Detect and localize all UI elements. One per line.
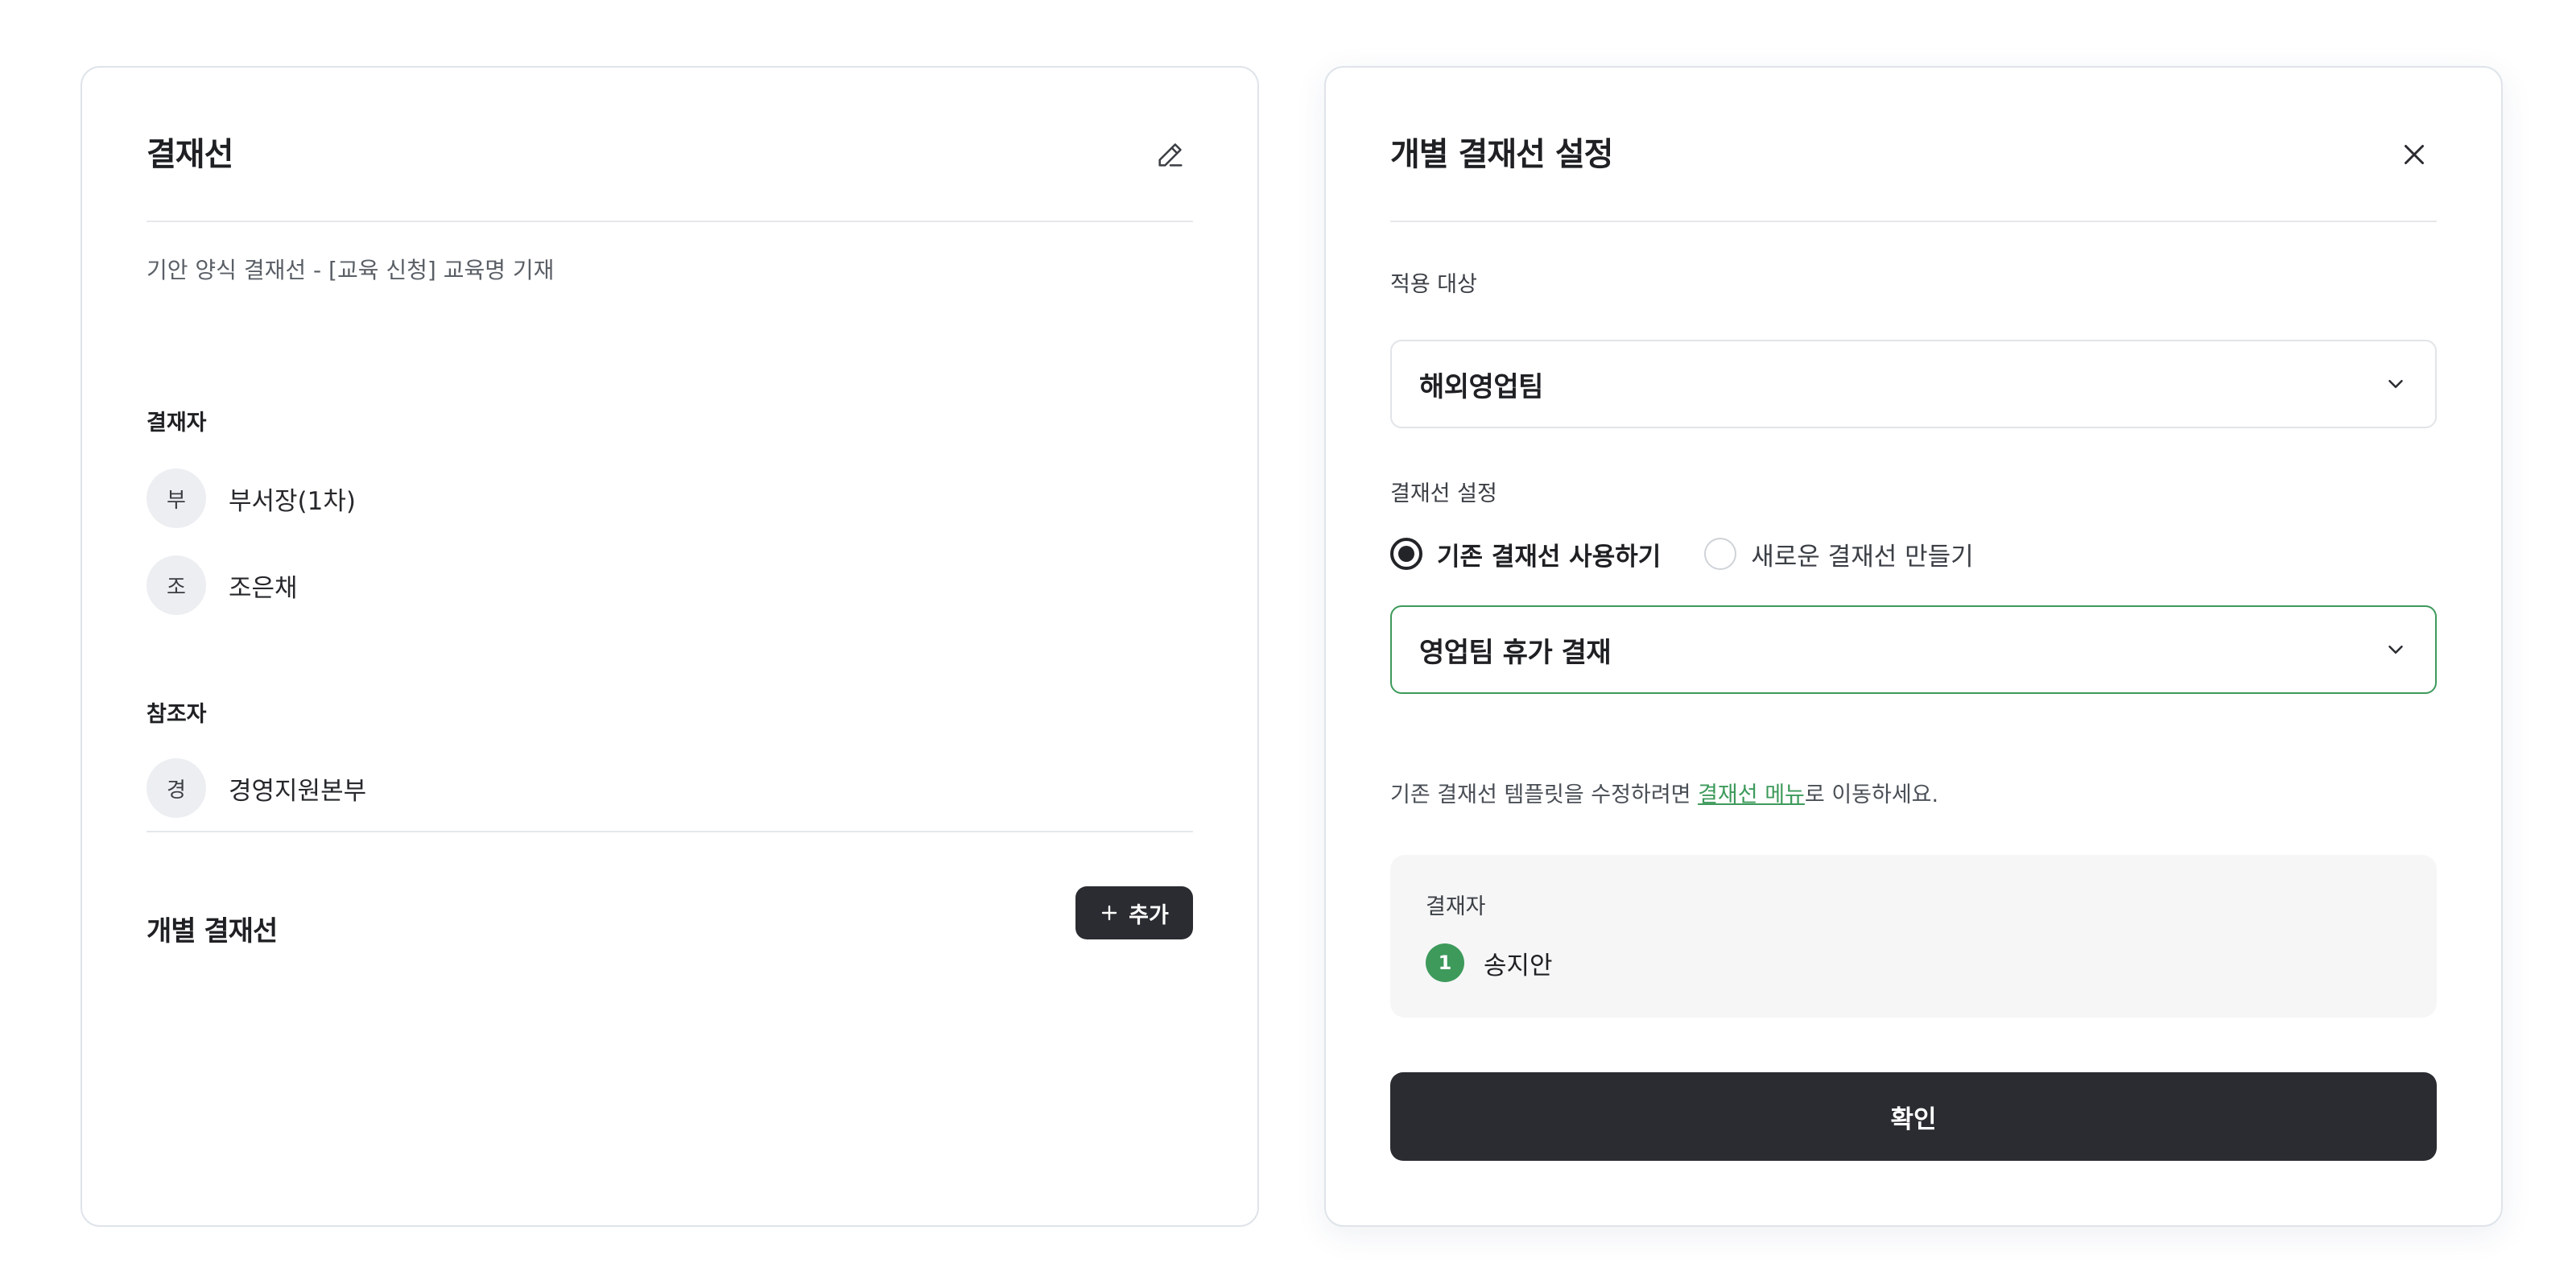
approver-name: 송지안 <box>1484 951 1553 980</box>
approvers-box-label: 결재자 <box>1426 894 1486 919</box>
approval-line-header: 결재선 <box>147 132 1193 222</box>
approver-row: 1 송지안 <box>1426 943 1553 982</box>
approval-line-title: 결재선 <box>147 136 233 173</box>
help-text: 기존 결재선 템플릿을 수정하려면 결재선 메뉴로 이동하세요. <box>1390 779 1938 811</box>
line-setting-label: 결재선 설정 <box>1390 481 1497 506</box>
approval-line-select-value: 영업팀 휴가 결재 <box>1419 636 1612 669</box>
settings-title: 개별 결재선 설정 <box>1390 136 1613 173</box>
add-button-label: 추가 <box>1129 902 1169 928</box>
approvers-label: 결재자 <box>147 411 207 436</box>
target-select[interactable]: 해외영업팀 <box>1390 340 2437 428</box>
radio-create-new[interactable]: 새로운 결재선 만들기 <box>1704 536 1974 572</box>
radio-label: 새로운 결재선 만들기 <box>1751 542 1974 572</box>
approver-row: 조 조은채 <box>147 555 298 615</box>
line-mode-radio-group: 기존 결재선 사용하기 새로운 결재선 만들기 <box>1390 530 2017 578</box>
reference-row: 경 경영지원본부 <box>147 758 366 818</box>
chevron-down-icon <box>2388 646 2403 654</box>
section-divider <box>147 831 1193 832</box>
step-badge: 1 <box>1426 943 1464 982</box>
approvers-box: 결재자 1 송지안 <box>1390 855 2437 1018</box>
approver-name: 조은채 <box>229 573 298 603</box>
close-button[interactable] <box>2392 132 2437 177</box>
approval-line-select[interactable]: 영업팀 휴가 결재 <box>1390 605 2437 694</box>
approval-line-menu-link[interactable]: 결재선 메뉴 <box>1698 782 1805 807</box>
avatar: 경 <box>147 758 206 818</box>
pencil-icon <box>1158 143 1183 167</box>
radio-use-existing[interactable]: 기존 결재선 사용하기 <box>1390 536 1661 572</box>
reference-name: 경영지원본부 <box>229 776 367 806</box>
chevron-down-icon <box>2388 380 2403 388</box>
radio-button[interactable] <box>1704 538 1737 570</box>
radio-label: 기존 결재선 사용하기 <box>1437 542 1662 572</box>
individual-approval-settings-card: 개별 결재선 설정 적용 대상 해외영업팀 결재선 설정 기존 결재선 사용하기… <box>1324 66 2503 1227</box>
avatar: 부 <box>147 469 206 528</box>
confirm-button[interactable]: 확인 <box>1390 1072 2437 1161</box>
approver-name: 부서장(1차) <box>229 486 356 516</box>
help-text-before: 기존 결재선 템플릿을 수정하려면 <box>1390 782 1699 807</box>
target-label: 적용 대상 <box>1390 272 1477 297</box>
radio-button[interactable] <box>1390 538 1422 570</box>
settings-header: 개별 결재선 설정 <box>1390 132 2437 222</box>
add-button[interactable]: 추가 <box>1075 886 1193 939</box>
target-select-value: 해외영업팀 <box>1419 370 1543 403</box>
approver-row: 부 부서장(1차) <box>147 469 356 528</box>
approval-form-subtitle: 기안 양식 결재선 - [교육 신청] 교육명 기재 <box>147 257 555 283</box>
edit-button[interactable] <box>1148 132 1193 177</box>
help-text-after: 로 이동하세요. <box>1804 782 1939 807</box>
plus-icon <box>1101 905 1117 921</box>
avatar: 조 <box>147 555 206 615</box>
references-label: 참조자 <box>147 702 207 727</box>
individual-approval-title: 개별 결재선 <box>147 915 278 947</box>
approval-line-card: 결재선 기안 양식 결재선 - [교육 신청] 교육명 기재 결재자 부 부서장… <box>80 66 1259 1227</box>
close-icon <box>2405 145 2424 164</box>
